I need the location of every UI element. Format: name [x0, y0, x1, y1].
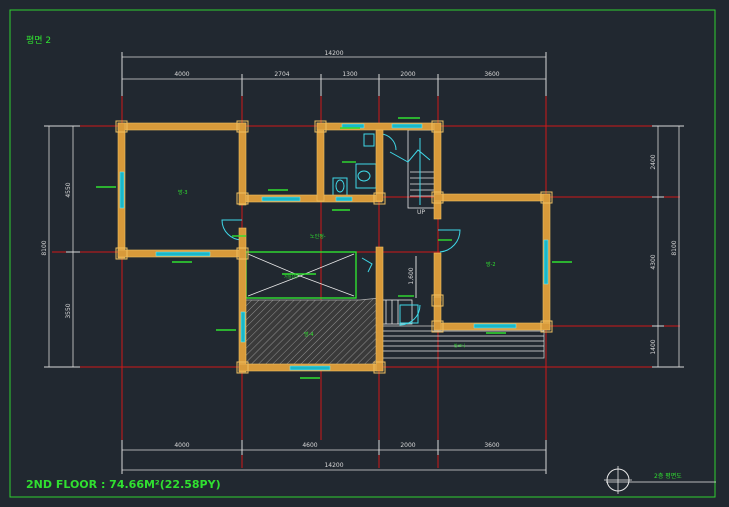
- room-label-hatched: 방-4: [304, 331, 314, 338]
- top-dim-segment: 2704: [274, 71, 289, 78]
- window: [240, 311, 246, 343]
- right-total-dim: 8100: [671, 240, 678, 255]
- stair-arrow: [361, 257, 373, 273]
- top-dim-segment: 2000: [400, 71, 415, 78]
- door-swing: [399, 304, 421, 326]
- void-cross: [247, 253, 301, 277]
- left-dimensions: 8100 4550 3550: [41, 125, 80, 368]
- window: [335, 196, 353, 202]
- window: [473, 323, 517, 329]
- bottom-dim-segment: 4000: [174, 442, 189, 449]
- window: [391, 123, 423, 129]
- floor-area-title: 2ND FLOOR : 74.66M²(22.58PY): [26, 478, 221, 491]
- stair-up-label: UP: [417, 209, 425, 216]
- balcony-label: 발코니: [454, 342, 465, 348]
- corner-label: 평면 2: [26, 35, 51, 46]
- drawing-canvas: 평면 2 14200 4000 2704 1300 2000 3600 4000…: [0, 0, 729, 507]
- bottom-dim-segment: 2000: [400, 442, 415, 449]
- door-swing: [438, 229, 461, 253]
- staircase: UP: [389, 129, 437, 216]
- stair-rise-dim: 1,600: [408, 267, 415, 284]
- balcony-deck: [379, 325, 545, 359]
- void-cross: [299, 253, 355, 277]
- top-dimensions: 14200 4000 2704 1300 2000 3600: [121, 50, 547, 96]
- left-dim-segment: 4550: [65, 182, 72, 197]
- hall-label: 노인정-: [310, 233, 326, 240]
- floor-plan-drawing: 평면 2 14200 4000 2704 1300 2000 3600 4000…: [9, 9, 716, 498]
- void-frame: [245, 251, 357, 299]
- north-arrow-block: 2층 평면도: [604, 466, 716, 494]
- top-dim-segment: 3600: [484, 71, 499, 78]
- room-label-left: 방-3: [178, 189, 188, 196]
- left-dim-segment: 3550: [65, 303, 72, 318]
- bottom-dimensions: 4000 4600 2000 3600 14200: [121, 440, 547, 474]
- void-cross: [299, 275, 355, 297]
- right-dim-segment: 1400: [650, 339, 657, 354]
- bottom-dim-segment: 3600: [484, 442, 499, 449]
- scale-label: 2층 평면도: [654, 472, 682, 480]
- left-total-dim: 8100: [41, 240, 48, 255]
- top-dim-segment: 1300: [342, 71, 357, 78]
- window: [289, 365, 331, 371]
- top-dim-segment: 4000: [174, 71, 189, 78]
- bottom-total-dim: 14200: [324, 462, 343, 469]
- right-dimensions: 2400 4300 1400 8100: [650, 125, 684, 368]
- axis-grid: [52, 85, 680, 468]
- top-total-dim: 14200: [324, 50, 343, 57]
- doors: [221, 133, 461, 326]
- bottom-dim-segment: 4600: [302, 442, 317, 449]
- window: [119, 171, 125, 209]
- window: [155, 251, 211, 257]
- window: [543, 239, 549, 285]
- right-dim-segment: 4300: [650, 254, 657, 269]
- bathroom-fixtures: [332, 133, 377, 199]
- right-dim-segment: 2400: [650, 154, 657, 169]
- void-label: 거실상부: [284, 273, 299, 279]
- void-cross: [247, 275, 301, 297]
- room-label-right: 방-2: [486, 261, 496, 268]
- window: [261, 196, 301, 202]
